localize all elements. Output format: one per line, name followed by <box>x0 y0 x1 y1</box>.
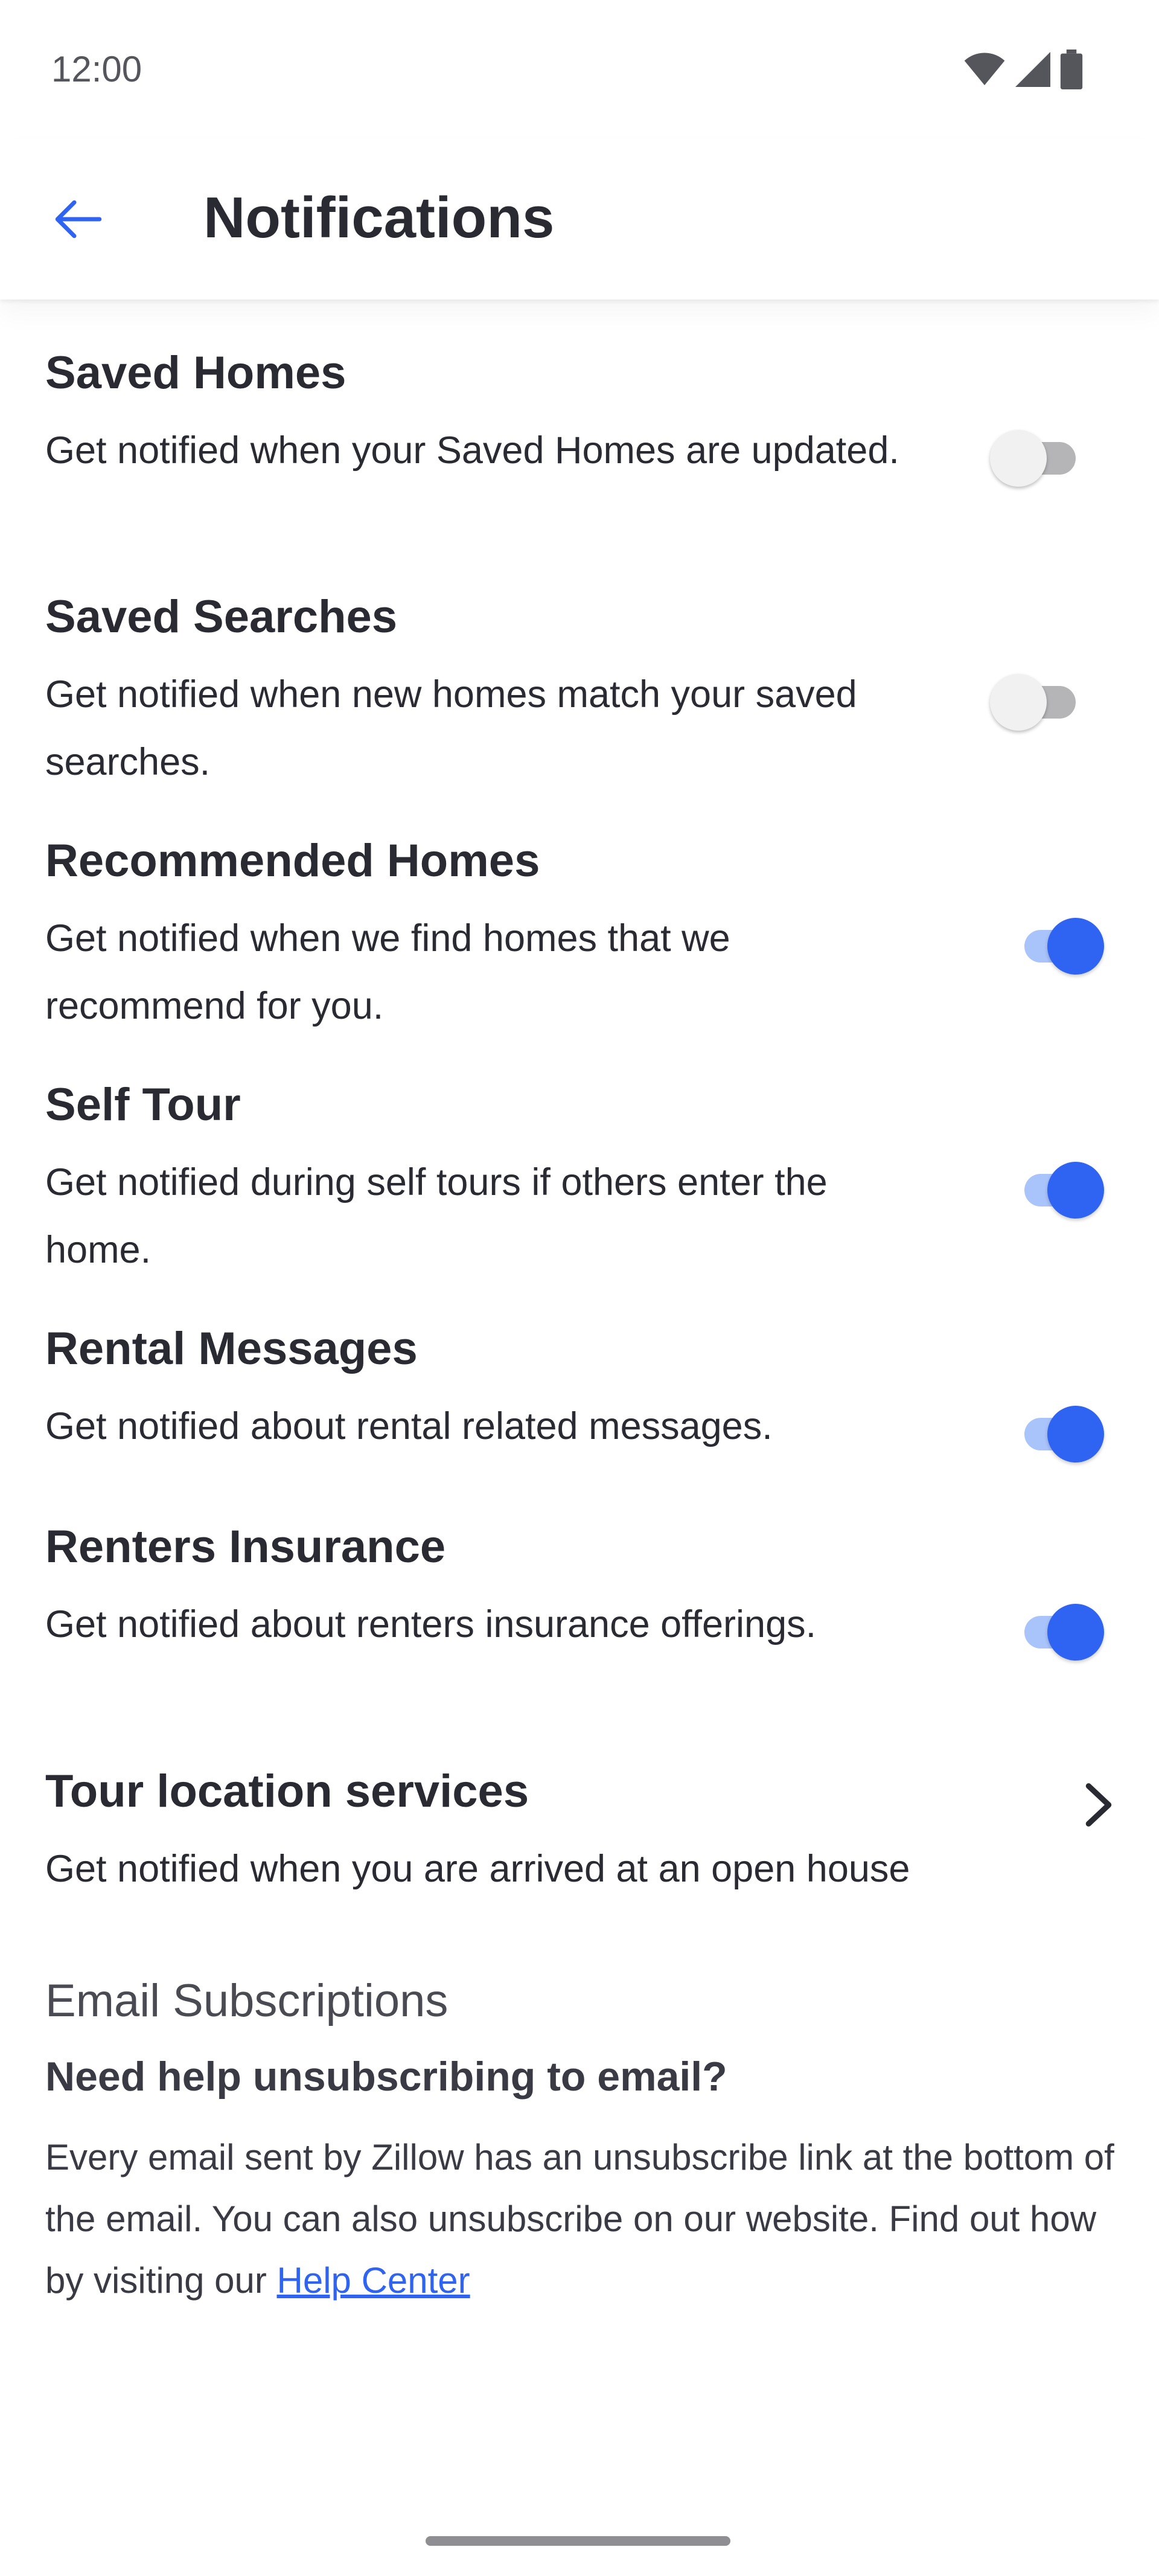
app-bar: Notifications <box>0 139 1159 300</box>
back-button[interactable] <box>48 192 109 246</box>
toggle-thumb <box>1047 1162 1104 1219</box>
setting-self-tour: Self Tour Get notified during self tours… <box>45 1077 1120 1277</box>
status-time: 12:00 <box>51 49 142 89</box>
saved-searches-toggle[interactable] <box>990 668 1090 731</box>
saved-homes-toggle[interactable] <box>990 424 1090 487</box>
help-center-link[interactable]: Help Center <box>277 2260 470 2301</box>
setting-label: Tour location services <box>45 1766 529 1817</box>
setting-tour-location-services[interactable]: Tour location services Get notified when… <box>45 1764 1120 1909</box>
setting-label: Rental Messages <box>45 1323 418 1374</box>
battery-icon <box>1060 50 1083 89</box>
toggle-thumb <box>1047 1406 1104 1463</box>
page-title: Notifications <box>203 185 555 250</box>
setting-description: Get notified when we find homes that we … <box>45 917 730 1027</box>
chevron-right-icon <box>1078 1775 1120 1835</box>
toggle-thumb <box>990 430 1047 487</box>
setting-saved-homes: Saved Homes Get notified when your Saved… <box>45 345 1120 545</box>
toggle-thumb <box>1047 918 1104 975</box>
setting-description: Get notified when new homes match your s… <box>45 673 857 783</box>
setting-description: Get notified about renters insurance off… <box>45 1603 817 1645</box>
setting-label: Renters Insurance <box>45 1521 446 1572</box>
wifi-icon <box>964 53 1005 86</box>
email-help-text: Every email sent by Zillow has an unsubs… <box>45 2137 1114 2301</box>
setting-description: Get notified when you are arrived at an … <box>45 1848 910 1890</box>
setting-recommended-homes: Recommended Homes Get notified when we f… <box>45 833 1120 1033</box>
setting-label: Saved Searches <box>45 591 398 642</box>
rental-messages-toggle[interactable] <box>1011 1400 1111 1463</box>
email-help-subheading: Need help unsubscribing to email? <box>45 2054 727 2100</box>
setting-renters-insurance: Renters Insurance Get notified about ren… <box>45 1519 1120 1719</box>
recommended-homes-toggle[interactable] <box>1011 912 1111 975</box>
toggle-thumb <box>1047 1604 1104 1661</box>
toggle-thumb <box>990 674 1047 731</box>
setting-saved-searches: Saved Searches Get notified when new hom… <box>45 589 1120 789</box>
setting-description: Get notified during self tours if others… <box>45 1161 828 1271</box>
arrow-left-icon <box>55 200 102 239</box>
setting-label: Self Tour <box>45 1079 241 1130</box>
email-help-body: Every email sent by Zillow has an unsubs… <box>45 2127 1132 2312</box>
renters-insurance-toggle[interactable] <box>1011 1598 1111 1661</box>
self-tour-toggle[interactable] <box>1011 1156 1111 1219</box>
home-indicator[interactable] <box>426 2536 730 2546</box>
system-icons <box>963 50 1084 89</box>
setting-label: Recommended Homes <box>45 835 540 886</box>
signal-icon <box>1015 52 1050 87</box>
setting-label: Saved Homes <box>45 347 346 399</box>
email-subscriptions-heading: Email Subscriptions <box>45 1975 449 2027</box>
setting-rental-messages: Rental Messages Get notified about renta… <box>45 1321 1120 1472</box>
setting-description: Get notified about rental related messag… <box>45 1405 773 1447</box>
setting-description: Get notified when your Saved Homes are u… <box>45 429 899 472</box>
status-bar: 12:00 <box>0 0 1159 139</box>
